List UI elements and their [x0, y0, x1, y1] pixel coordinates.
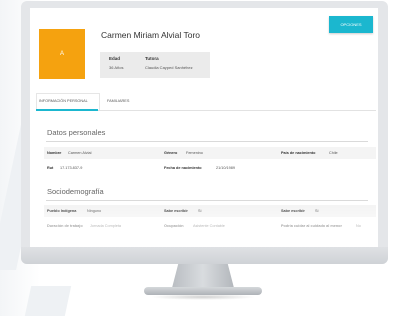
- monitor-chin: [21, 247, 388, 264]
- patient-info-box: Edad 36 Años Tutora Claudia Cayped Sanhé…: [100, 52, 210, 78]
- section-divider: [46, 141, 368, 142]
- table-row: [44, 147, 376, 159]
- fecha-label: Fecha de nacimiento: [164, 166, 202, 170]
- rut-value: 17.173.837-9: [60, 166, 83, 170]
- tab-active-indicator: [36, 109, 98, 111]
- section-title-sociodemografia: Sociodemografía: [47, 187, 104, 196]
- screen-bottom-fade: [30, 206, 378, 239]
- monitor-stand-neck: [172, 264, 234, 288]
- tutor-value: Claudia Cayped Sanhéhez: [145, 65, 193, 70]
- genero-label: Género: [164, 151, 178, 155]
- avatar-initial: A: [59, 51, 64, 57]
- rut-label: Rut: [47, 166, 54, 170]
- section-divider: [46, 200, 368, 201]
- fecha-value: 21/10/1989: [216, 166, 236, 170]
- tab-informacion-personal[interactable]: INFORMACIÓN PERSONAL: [39, 99, 88, 103]
- age-value: 36 Años: [109, 65, 124, 70]
- options-button[interactable]: OPCIONES: [329, 16, 373, 33]
- age-label: Edad: [109, 56, 121, 61]
- pais-value: Chile: [329, 151, 338, 155]
- avatar: A: [39, 29, 85, 79]
- nombre-label: Nombre: [47, 151, 62, 155]
- tutor-label: Tutora: [145, 56, 159, 61]
- monitor-stand-base: [144, 287, 262, 295]
- genero-value: Femenino: [186, 151, 203, 155]
- nombre-value: Carmen Alvial: [68, 151, 92, 155]
- background-slash-shape: [24, 286, 72, 316]
- patient-name: Carmen Miriam Alvial Toro: [101, 30, 201, 40]
- pais-label: País de nacimiento: [281, 151, 316, 155]
- tab-familiares[interactable]: FAMILIARES: [107, 99, 129, 103]
- section-title-personal: Datos personales: [47, 128, 106, 137]
